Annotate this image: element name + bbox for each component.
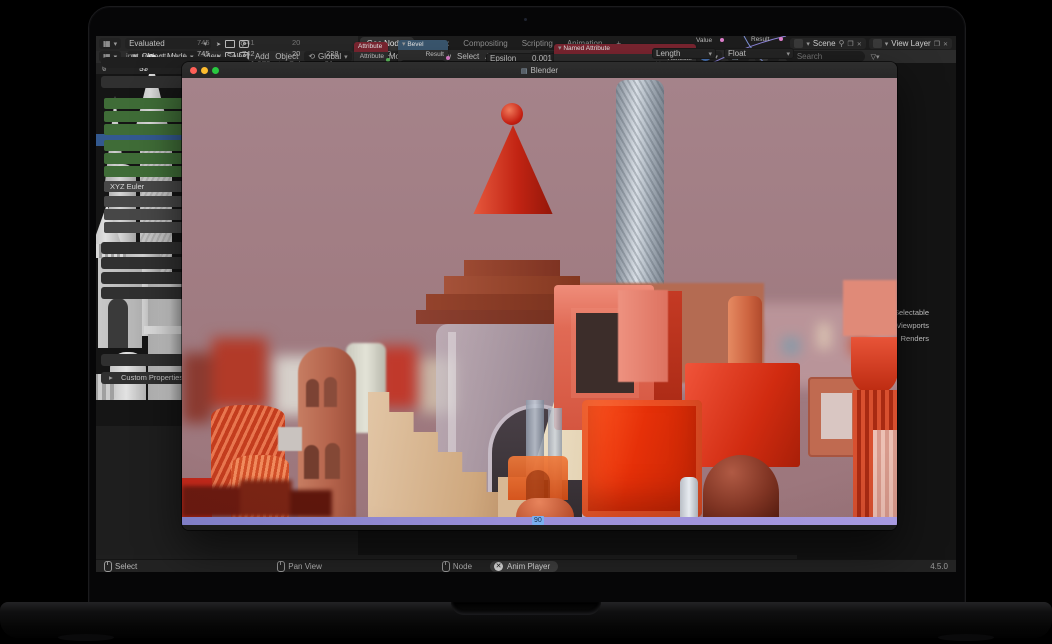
gray-arch — [108, 298, 128, 348]
middle-mouse-icon — [277, 561, 285, 572]
scene-crown — [452, 212, 572, 260]
window-footer — [182, 525, 897, 530]
view-layer-icon — [873, 39, 882, 48]
scene-gray-cube — [278, 427, 302, 451]
gray-ledge — [144, 326, 185, 334]
scene-red-cube — [685, 363, 800, 467]
status-bar: Select Pan View Node ✕Anim Player 4.5.0 — [96, 559, 956, 572]
window-titlebar[interactable]: Blender — [182, 62, 897, 78]
current-frame-badge: 90 — [532, 516, 544, 525]
chevron-down-icon — [806, 39, 810, 48]
right-mouse-icon — [442, 561, 450, 572]
anim-player-button[interactable]: ✕Anim Player — [490, 561, 558, 572]
status-select: Select — [104, 561, 137, 572]
document-icon — [521, 66, 528, 75]
version-label: 4.5.0 — [930, 562, 948, 571]
close-icon[interactable] — [857, 39, 862, 48]
view-layer-selector[interactable]: View Layer — [869, 38, 952, 49]
render-window[interactable]: Blender — [182, 62, 897, 530]
left-mouse-icon — [104, 561, 112, 572]
render-scene — [182, 78, 897, 517]
scene-white-bottle — [680, 477, 698, 517]
copy-icon[interactable] — [934, 39, 940, 48]
scene-salmon-block — [618, 290, 668, 382]
chevron-down-icon — [885, 39, 889, 48]
laptop-foot — [938, 634, 994, 641]
scene-far-right-block — [843, 280, 897, 336]
scene-foreground-silhouette — [182, 480, 332, 517]
scene-spire-sphere — [501, 103, 523, 125]
pin-icon[interactable] — [839, 39, 845, 48]
scene-orange-sphere — [516, 498, 574, 517]
scene-chimney — [616, 80, 664, 292]
status-node: Node — [442, 561, 472, 572]
scene-orange-stool — [508, 456, 568, 500]
scene-striped-column — [873, 430, 897, 517]
ne-menu-select[interactable]: Select — [457, 52, 479, 61]
filter-funnel-button[interactable] — [871, 52, 880, 61]
tab-compositing[interactable]: Compositing — [456, 37, 514, 50]
close-traffic-light[interactable] — [190, 67, 197, 74]
blender-ui: 🟠 File Edit Render Window Help Layout La… — [96, 36, 956, 572]
laptop-notch — [451, 602, 601, 615]
scene-spire-cone — [470, 125, 556, 214]
outliner-search-input[interactable]: Search — [785, 51, 865, 62]
copy-icon[interactable] — [847, 39, 853, 48]
close-icon[interactable] — [943, 39, 948, 48]
stop-icon[interactable]: ✕ — [494, 562, 503, 571]
zoom-traffic-light[interactable] — [212, 67, 219, 74]
window-title: Blender — [531, 66, 559, 75]
minimize-traffic-light[interactable] — [201, 67, 208, 74]
laptop-foot — [58, 634, 114, 641]
status-pan-view: Pan View — [277, 561, 322, 572]
scene-selector[interactable]: Scene — [790, 38, 865, 49]
webcam-dot — [524, 18, 527, 21]
scene-red-bowl — [851, 337, 897, 393]
scene-icon — [794, 39, 803, 48]
scene-tier-1 — [464, 260, 560, 276]
